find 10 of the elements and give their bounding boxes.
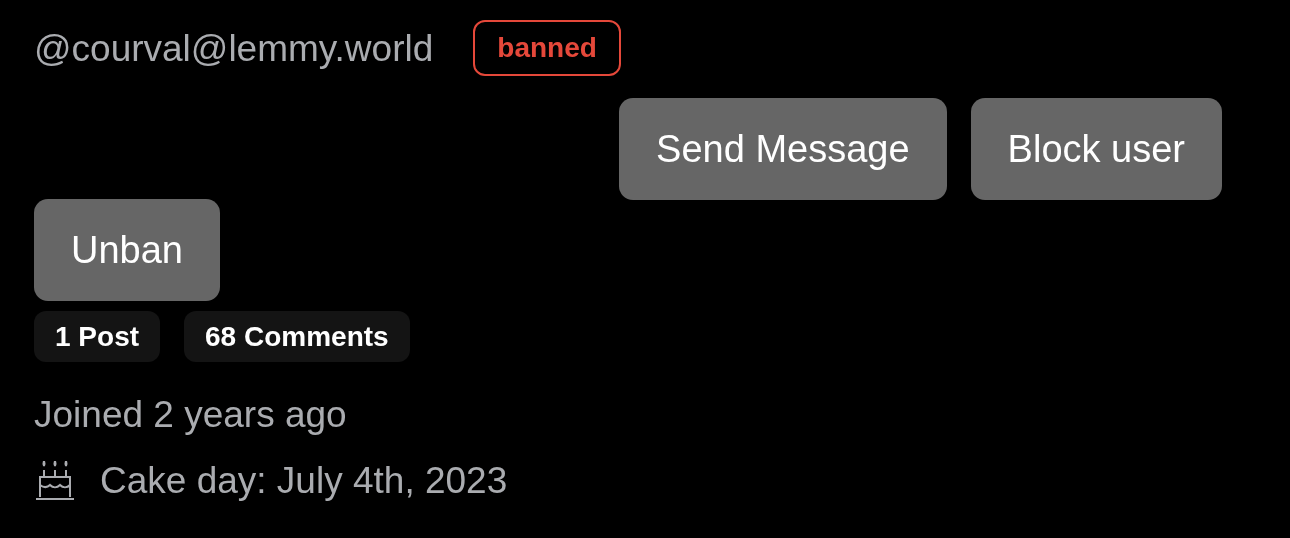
count-pill: 1 Post (34, 311, 161, 362)
action-button[interactable]: Send Message (619, 98, 947, 200)
joined-text: Joined 2 years ago (34, 396, 347, 433)
moderation-button[interactable]: Unban (34, 199, 220, 301)
count-pill: 68 Comments (184, 311, 410, 362)
action-button[interactable]: Block user (970, 98, 1222, 200)
user-handle: @courval@lemmy.world (34, 29, 434, 67)
cake-icon (34, 459, 76, 501)
cake-day-text: Cake day: July 4th, 2023 (100, 461, 508, 499)
status-badge: banned (473, 20, 621, 76)
